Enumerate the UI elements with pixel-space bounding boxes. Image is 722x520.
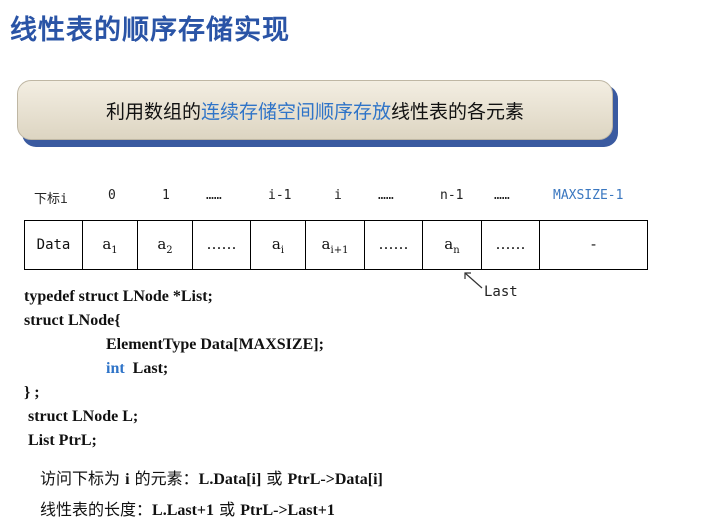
code-line: struct LNode{ bbox=[24, 312, 121, 329]
array-cell: ai+1 bbox=[305, 220, 365, 270]
code-line: int Last; bbox=[106, 360, 168, 378]
array-cell: an bbox=[422, 220, 482, 270]
code-line: struct LNode L; bbox=[28, 408, 139, 425]
index-item: 1 bbox=[162, 188, 170, 203]
last-pointer-label: Last bbox=[484, 284, 518, 300]
array-cell: …… bbox=[364, 220, 423, 270]
banner-text-post: 线性表的各元素 bbox=[391, 100, 525, 123]
array-cell: a2 bbox=[137, 220, 193, 270]
code-line: typedef struct LNode *List; bbox=[24, 288, 213, 305]
array-cell: - bbox=[539, 220, 648, 270]
array-label-cell: Data bbox=[24, 220, 83, 270]
page-title: 线性表的顺序存储实现 bbox=[10, 15, 290, 46]
last-pointer-arrow-icon bbox=[464, 272, 483, 289]
array-table: Data a1 a2 …… ai ai+1 …… an …… - bbox=[24, 220, 648, 270]
array-cell: …… bbox=[192, 220, 251, 270]
code-keyword: int bbox=[106, 360, 125, 377]
array-cell: ai bbox=[250, 220, 306, 270]
note-access: 访问下标为 i 的元素：L.Data[i] 或 PtrL->Data[i] bbox=[40, 469, 383, 488]
index-item: …… bbox=[494, 188, 510, 203]
index-item: …… bbox=[378, 188, 394, 203]
code-line: List PtrL; bbox=[28, 432, 97, 449]
array-row: Data a1 a2 …… ai ai+1 …… an …… - bbox=[24, 220, 648, 270]
index-item: i-1 bbox=[268, 188, 292, 203]
banner-text-pre: 利用数组的 bbox=[105, 100, 201, 123]
index-item: 0 bbox=[108, 188, 116, 203]
banner-text-highlight: 连续存储空间顺序存放 bbox=[200, 100, 391, 123]
index-label: 下标i bbox=[34, 192, 68, 207]
code-line: } ; bbox=[24, 384, 40, 401]
array-cell: …… bbox=[481, 220, 540, 270]
index-item: n-1 bbox=[440, 188, 464, 203]
banner: 利用数组的 连续存储空间顺序存放 线性表的各元素 bbox=[17, 80, 613, 140]
code-text: Last; bbox=[132, 360, 169, 377]
code-line: ElementType Data[MAXSIZE]; bbox=[106, 336, 324, 353]
index-item: i bbox=[334, 188, 342, 203]
index-item: …… bbox=[206, 188, 222, 203]
index-item-max: MAXSIZE-1 bbox=[553, 188, 624, 203]
array-cell: a1 bbox=[82, 220, 138, 270]
note-length: 线性表的长度：L.Last+1 或 PtrL->Last+1 bbox=[40, 500, 335, 519]
